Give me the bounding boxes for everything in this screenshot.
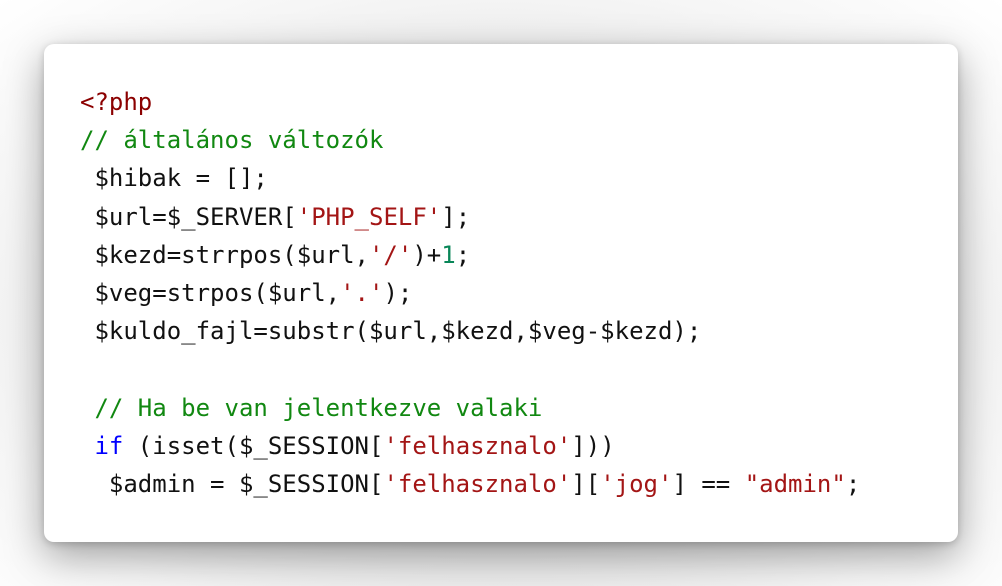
code-line-9: // Ha be van jelentkezve valaki [80,389,860,427]
php-open-tag: <?php [80,88,153,116]
code-line-8-blank [80,350,860,388]
code-token: ); [383,278,413,307]
code-line-1: <?php [80,83,860,121]
string-literal: "admin" [744,469,846,498]
code-token: ; [845,469,861,498]
string-literal: '/' [368,240,413,269]
code-token: ])) [571,431,615,460]
code-token: ][ [571,469,601,498]
comment-logged-in: // Ha be van jelentkezve valaki [80,393,543,422]
code-line-6: $veg=strpos($url,'.'); [80,274,860,312]
keyword-if: if [94,431,124,460]
code-line-11: $admin = $_SESSION['felhasznalo']['jog']… [80,465,860,503]
code-token: $url=$_SERVER[ [80,202,297,231]
code-line-2: // általános változók [80,121,860,159]
string-literal: '.' [340,278,384,307]
code-line-10: if (isset($_SESSION['felhasznalo'])) [80,427,860,465]
code-token: ; [455,240,471,269]
comment-general-variables: // általános változók [80,126,384,155]
code-line-5: $kezd=strrpos($url,'/')+1; [80,236,860,274]
code-line-7: $kuldo_fajl=substr($url,$kezd,$veg-$kezd… [80,312,860,350]
string-literal: 'PHP_SELF' [296,202,442,231]
code-token: $hibak = []; [80,164,268,193]
code-line-4: $url=$_SERVER['PHP_SELF']; [80,198,860,236]
code-line-3: $hibak = []; [80,159,860,197]
code-token: (isset($_SESSION[ [123,431,384,460]
number-literal: 1 [441,240,456,269]
code-token: ]; [441,202,471,231]
code-token: )+ [412,240,442,269]
code-snippet-card: <?php// általános változók $hibak = []; … [44,44,958,542]
code-block[interactable]: <?php// általános változók $hibak = []; … [80,83,860,503]
string-literal: 'jog' [600,469,673,498]
code-token: ] == [672,469,745,498]
code-token: $kuldo_fajl=substr($url,$kezd,$veg-$kezd… [80,317,702,346]
string-literal: 'felhasznalo' [383,431,572,460]
string-literal: 'felhasznalo' [383,469,572,498]
code-token: $kezd=strrpos($url, [80,240,369,269]
code-token: $admin = $_SESSION[ [80,469,384,498]
code-token: $veg=strpos($url, [80,278,341,307]
